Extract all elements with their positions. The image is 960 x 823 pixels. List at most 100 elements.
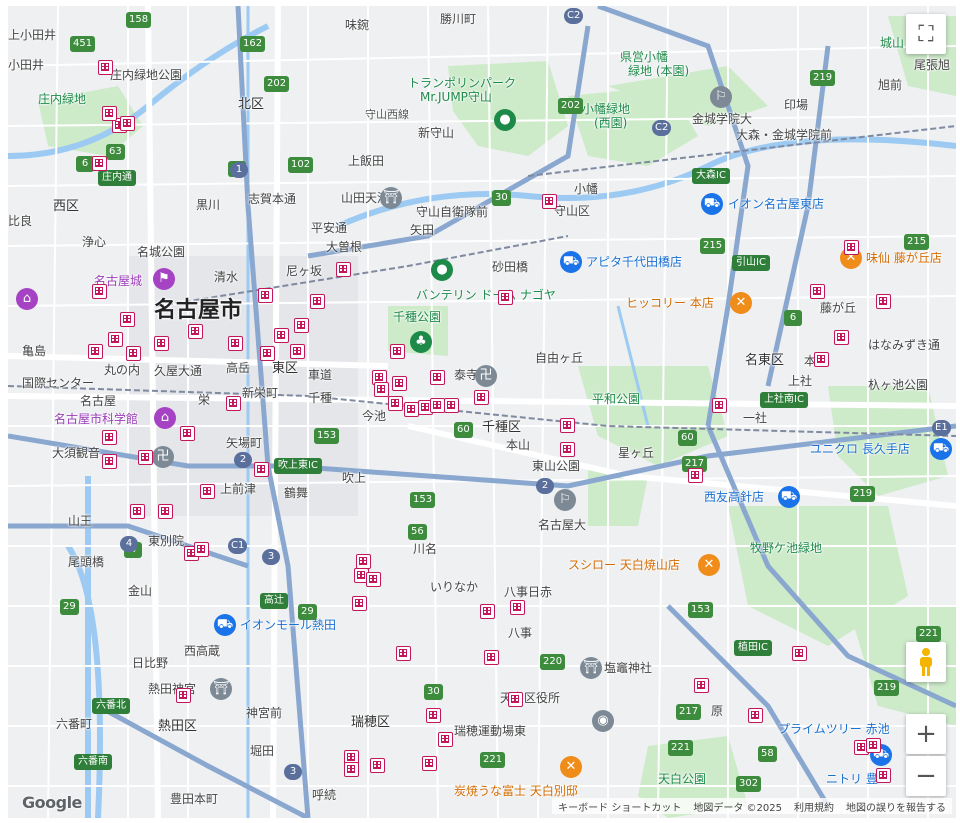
restaurant-pin[interactable]	[404, 402, 419, 417]
restaurant-pin[interactable]	[194, 542, 209, 557]
restaurant-pin[interactable]	[390, 344, 405, 359]
restaurant-pin[interactable]	[290, 344, 305, 359]
restaurant-pin[interactable]	[254, 462, 269, 477]
restaurant-pin[interactable]	[814, 352, 829, 367]
restaurant-pin[interactable]	[102, 106, 117, 121]
pegman-button[interactable]	[906, 642, 946, 682]
restaurant-pin[interactable]	[356, 554, 371, 569]
restaurant-pin[interactable]	[130, 504, 145, 519]
restaurant-pin[interactable]	[120, 116, 135, 131]
shrine-icon[interactable]: ⛩	[380, 187, 402, 209]
museum-icon[interactable]: ⌂	[154, 407, 176, 429]
restaurant-pin[interactable]	[200, 484, 215, 499]
restaurant-pin[interactable]	[438, 732, 453, 747]
restaurant-pin[interactable]	[844, 240, 859, 255]
restaurant-pin[interactable]	[352, 596, 367, 611]
terms-link[interactable]: 利用規約	[794, 799, 834, 814]
restaurant-pin[interactable]	[560, 418, 575, 433]
shopping-icon[interactable]: ⛟	[701, 193, 723, 215]
restaurant-pin[interactable]	[712, 398, 727, 413]
restaurant-pin[interactable]	[154, 336, 169, 351]
restaurant-pin[interactable]	[92, 284, 107, 299]
restaurant-pin[interactable]	[274, 328, 289, 343]
restaurant-pin[interactable]	[560, 442, 575, 457]
restaurant-pin[interactable]	[388, 396, 403, 411]
restaurant-pin[interactable]	[688, 468, 703, 483]
restaurant-pin[interactable]	[694, 678, 709, 693]
restaurant-pin[interactable]	[260, 346, 275, 361]
restaurant-pin[interactable]	[102, 454, 117, 469]
shopping-icon[interactable]: ⛟	[930, 438, 952, 460]
restaurant-pin[interactable]	[188, 324, 203, 339]
school-icon[interactable]: ⚐	[710, 86, 732, 108]
pin-icon[interactable]: ●	[494, 109, 516, 131]
temple-icon[interactable]: 卍	[152, 446, 174, 468]
restaurant-pin[interactable]	[392, 376, 407, 391]
keyboard-shortcuts-link[interactable]: キーボード ショートカット	[558, 799, 681, 814]
pin-icon[interactable]: ●	[431, 259, 453, 281]
fullscreen-button[interactable]: ⛶	[906, 14, 946, 54]
restaurant-pin[interactable]	[748, 708, 763, 723]
restaurant-pin[interactable]	[508, 692, 523, 707]
restaurant-pin[interactable]	[474, 390, 489, 405]
restaurant-pin[interactable]	[542, 194, 557, 209]
restaurant-pin[interactable]	[366, 572, 381, 587]
restaurant-pin[interactable]	[120, 312, 135, 327]
restaurant-pin[interactable]	[88, 344, 103, 359]
station-label: 六番町	[56, 717, 93, 731]
restaurant-pin[interactable]	[396, 646, 411, 661]
restaurant-pin[interactable]	[228, 336, 243, 351]
restaurant-pin[interactable]	[876, 768, 891, 783]
restaurant-pin[interactable]	[498, 290, 513, 305]
restaurant-pin[interactable]	[374, 382, 389, 397]
restaurant-pin[interactable]	[792, 646, 807, 661]
restaurant-pin[interactable]	[876, 294, 891, 309]
restaurant-pin[interactable]	[108, 332, 123, 347]
restaurant-pin[interactable]	[426, 708, 441, 723]
restaurant-pin[interactable]	[138, 450, 153, 465]
museum-icon[interactable]: ⌂	[16, 288, 38, 310]
shopping-icon[interactable]: ⛟	[214, 614, 236, 636]
restaurant-pin[interactable]	[370, 758, 385, 773]
zoom-out-button[interactable]: −	[906, 756, 946, 796]
map-canvas[interactable]: 名古屋市 西区 北区 東区 千種区 名東区 熱田区 瑞穂区 味鋺 勝川町 上小田…	[8, 6, 956, 818]
shopping-icon[interactable]: ⛟	[560, 251, 582, 273]
restaurant-pin[interactable]	[92, 156, 107, 171]
shrine-icon[interactable]: ⛩	[210, 678, 232, 700]
restaurant-pin[interactable]	[336, 262, 351, 277]
shopping-icon[interactable]: ⛟	[778, 486, 800, 508]
restaurant-pin[interactable]	[422, 756, 437, 771]
castle-icon[interactable]: ⚑	[153, 268, 175, 290]
school-icon[interactable]: ⚐	[554, 489, 576, 511]
restaurant-pin[interactable]	[344, 762, 359, 777]
restaurant-pin[interactable]	[430, 370, 445, 385]
restaurant-pin[interactable]	[98, 60, 113, 75]
restaurant-icon[interactable]: ✕	[730, 292, 752, 314]
restaurant-pin[interactable]	[294, 318, 309, 333]
shrine-icon[interactable]: ⛩	[580, 657, 602, 679]
restaurant-icon[interactable]: ✕	[560, 756, 582, 778]
restaurant-pin[interactable]	[480, 604, 495, 619]
restaurant-pin[interactable]	[226, 396, 241, 411]
restaurant-pin[interactable]	[176, 688, 191, 703]
restaurant-pin[interactable]	[484, 650, 499, 665]
park-icon[interactable]: ♣	[410, 331, 432, 353]
restaurant-pin[interactable]	[834, 330, 849, 345]
report-error-link[interactable]: 地図の誤りを報告する	[846, 799, 946, 814]
restaurant-pin[interactable]	[444, 398, 459, 413]
restaurant-icon[interactable]: ✕	[698, 554, 720, 576]
restaurant-pin[interactable]	[866, 738, 881, 753]
restaurant-pin[interactable]	[510, 600, 525, 615]
restaurant-pin[interactable]	[126, 346, 141, 361]
restaurant-pin[interactable]	[258, 288, 273, 303]
restaurant-pin[interactable]	[102, 430, 117, 445]
government-icon[interactable]: ◉	[592, 710, 614, 732]
restaurant-pin[interactable]	[158, 504, 173, 519]
restaurant-pin[interactable]	[810, 284, 825, 299]
temple-icon[interactable]: 卍	[475, 365, 497, 387]
route-shield: 219	[874, 680, 900, 696]
zoom-in-button[interactable]: +	[906, 714, 946, 754]
restaurant-pin[interactable]	[430, 398, 445, 413]
restaurant-pin[interactable]	[310, 294, 325, 309]
restaurant-pin[interactable]	[180, 426, 195, 441]
